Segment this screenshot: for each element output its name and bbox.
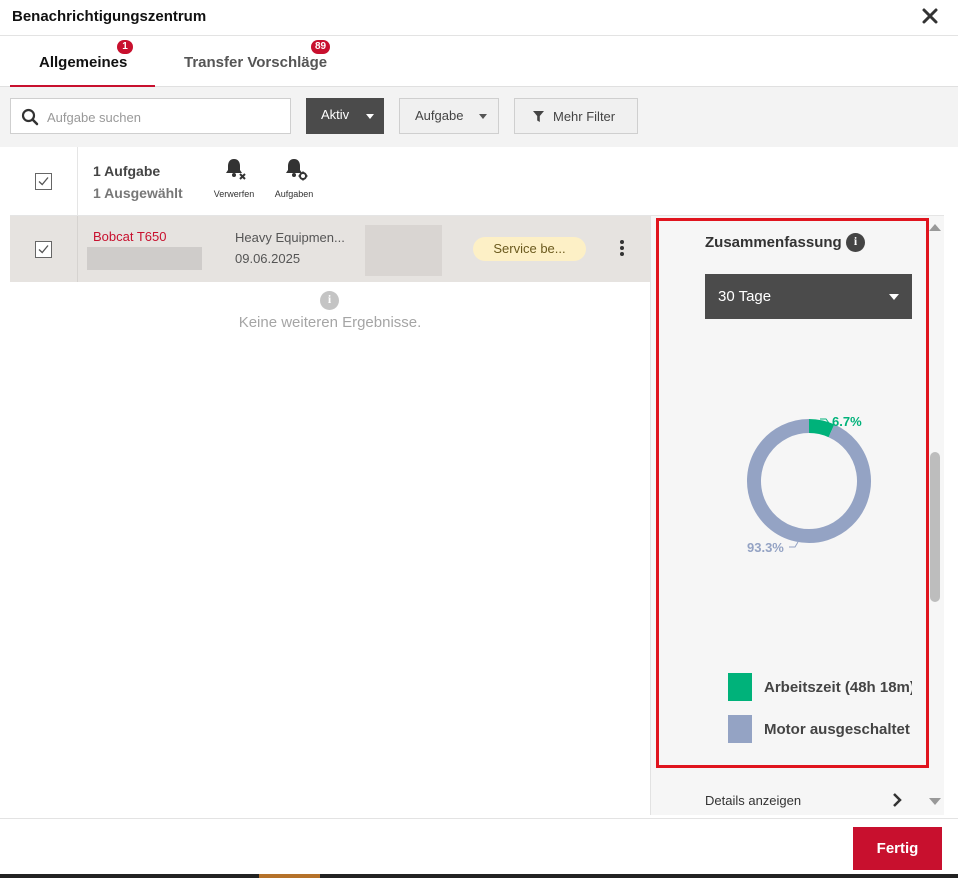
tab-bar: Allgemeines 1 Transfer Vorschläge 89 bbox=[0, 37, 958, 87]
asset-type: Heavy Equipmen... bbox=[235, 230, 345, 245]
tasks-action[interactable]: Aufgaben bbox=[264, 157, 324, 203]
scroll-up-arrow[interactable] bbox=[929, 224, 941, 231]
slice-label-engine-off: 93.3% bbox=[747, 540, 784, 555]
tab-label: Transfer Vorschläge bbox=[184, 54, 328, 71]
tab-badge: 1 bbox=[117, 40, 133, 54]
dialog-footer: Fertig bbox=[0, 818, 958, 878]
filter-toolbar: Aktiv Aufgabe Mehr Filter bbox=[0, 87, 958, 147]
scrollbar-thumb[interactable] bbox=[930, 452, 940, 602]
info-icon: i bbox=[320, 291, 339, 310]
details-link[interactable]: Details anzeigen bbox=[705, 793, 801, 808]
table-row[interactable]: Bobcat T650 Heavy Equipmen... 09.06.2025… bbox=[10, 216, 650, 282]
status-badge: Service be... bbox=[473, 237, 586, 261]
bell-dismiss-icon bbox=[226, 159, 246, 180]
tasks-action-label: Aufgaben bbox=[274, 189, 314, 199]
slice-label-working: 6.7% bbox=[832, 414, 862, 429]
type-filter-label: Aufgabe bbox=[415, 108, 464, 123]
tab-transfer-vorschlaege[interactable]: Transfer Vorschläge 89 bbox=[168, 37, 348, 87]
empty-message: Keine weiteren Ergebnisse. bbox=[238, 314, 422, 331]
notification-center-dialog: Benachrichtigungszentrum Allgemeines 1 T… bbox=[0, 0, 958, 878]
scroll-down-arrow[interactable] bbox=[929, 798, 941, 805]
tab-badge: 89 bbox=[311, 40, 331, 54]
asset-thumbnail bbox=[365, 225, 442, 276]
redacted-field bbox=[87, 247, 202, 270]
legend-swatch-working bbox=[728, 673, 752, 701]
status-filter-dropdown[interactable]: Aktiv bbox=[306, 98, 384, 134]
row-checkbox[interactable] bbox=[35, 241, 52, 258]
filter-icon bbox=[533, 111, 544, 122]
bell-settings-icon bbox=[286, 159, 308, 181]
summary-panel: Zusammenfassung i 30 Tage 6.7% 93.3% Arbe… bbox=[650, 216, 944, 815]
bottom-strip bbox=[0, 874, 958, 878]
select-all-checkbox[interactable] bbox=[35, 173, 52, 190]
bottom-accent bbox=[259, 874, 320, 878]
legend-label-engine-off: Motor ausgeschaltet bbox=[764, 721, 910, 738]
slice-leader-engine-off bbox=[789, 541, 799, 548]
more-options-icon[interactable] bbox=[616, 240, 628, 260]
selected-count: 1 Ausgewählt bbox=[93, 185, 183, 201]
dialog-header: Benachrichtigungszentrum bbox=[0, 0, 958, 36]
chevron-down-icon bbox=[479, 114, 487, 119]
legend-label-working: Arbeitszeit (48h 18m) bbox=[764, 679, 912, 696]
more-filters-button[interactable]: Mehr Filter bbox=[514, 98, 638, 134]
row-selection-pointer bbox=[640, 242, 648, 256]
row-checkbox-cell bbox=[10, 216, 78, 282]
summary-title: Zusammenfassung bbox=[705, 234, 842, 251]
search-box bbox=[10, 98, 291, 134]
check-icon bbox=[38, 245, 49, 254]
search-icon bbox=[21, 108, 39, 126]
donut-slice-0 bbox=[808, 419, 835, 438]
task-count: 1 Aufgabe bbox=[93, 163, 161, 179]
donut-slice-1 bbox=[747, 419, 871, 543]
summary-highlight-frame: Zusammenfassung i 30 Tage 6.7% 93.3% Arbe… bbox=[656, 218, 929, 768]
asset-name: Bobcat T650 bbox=[93, 229, 167, 244]
tab-label: Allgemeines bbox=[39, 54, 128, 71]
close-icon[interactable] bbox=[920, 6, 940, 26]
chevron-right-icon[interactable] bbox=[891, 792, 903, 808]
status-filter-label: Aktiv bbox=[321, 107, 350, 122]
period-label: 30 Tage bbox=[718, 288, 772, 305]
list-header: 1 Aufgabe 1 Ausgewählt Verwerfen Aufgabe… bbox=[10, 147, 944, 216]
more-filters-label: Mehr Filter bbox=[553, 109, 616, 124]
search-input[interactable] bbox=[47, 107, 283, 127]
tab-allgemeines[interactable]: Allgemeines 1 bbox=[10, 37, 155, 87]
period-dropdown[interactable]: 30 Tage bbox=[705, 274, 912, 319]
chevron-down-icon bbox=[889, 294, 899, 300]
type-filter-dropdown[interactable]: Aufgabe bbox=[399, 98, 499, 134]
legend-swatch-engine-off bbox=[728, 715, 752, 743]
done-button[interactable]: Fertig bbox=[853, 827, 942, 870]
dialog-title: Benachrichtigungszentrum bbox=[12, 8, 207, 25]
chevron-down-icon bbox=[366, 114, 374, 119]
usage-donut-chart: 6.7% 93.3% bbox=[747, 414, 871, 555]
check-icon bbox=[38, 177, 49, 186]
dismiss-action[interactable]: Verwerfen bbox=[204, 157, 264, 203]
task-date: 09.06.2025 bbox=[235, 251, 301, 266]
select-all-cell bbox=[10, 147, 78, 216]
info-icon[interactable]: i bbox=[846, 233, 865, 252]
dismiss-action-label: Verwerfen bbox=[213, 189, 255, 199]
